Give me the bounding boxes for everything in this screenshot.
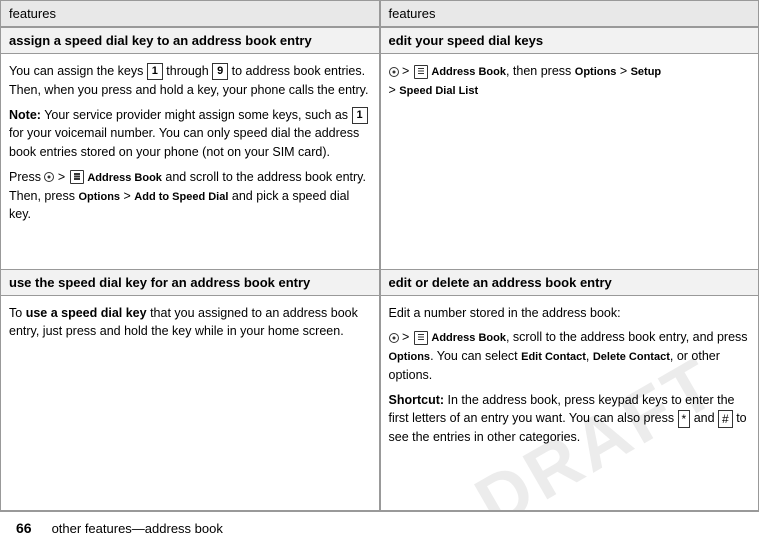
left-para2: Note: Your service provider might assign… [9, 106, 371, 162]
use-speed-dial-bold: use a speed dial key [26, 306, 147, 320]
main-content: features assign a speed dial key to an a… [0, 0, 759, 511]
key-9: 9 [212, 63, 228, 80]
left-section1-subheader-label: assign a speed dial key to an address bo… [9, 33, 312, 48]
left-para3: Press > Address Book and scroll to the a… [9, 168, 371, 224]
footer-bar: 66 other features—address book [0, 511, 759, 544]
left-section1-content: You can assign the keys 1 through 9 to a… [1, 54, 379, 269]
left-section1-subheader: assign a speed dial key to an address bo… [1, 27, 379, 54]
left-section2-content: To use a speed dial key that you assigne… [1, 296, 379, 511]
left-section2-para: To use a speed dial key that you assigne… [9, 304, 371, 342]
right-header-label: features [389, 6, 436, 21]
right-section1-content: > Address Book, then press Options > Set… [381, 54, 759, 269]
left-para1: You can assign the keys 1 through 9 to a… [9, 62, 371, 100]
left-header-label: features [9, 6, 56, 21]
speed-dial-list-label: Speed Dial List [399, 85, 478, 97]
right-address-book-icon [414, 65, 428, 79]
right-section2-content: Edit a number stored in the address book… [381, 296, 759, 511]
right-nav-dot-icon [389, 67, 399, 77]
star-key: * [678, 410, 691, 429]
options-label: Options [78, 191, 120, 203]
edit-contact-label: Edit Contact [521, 351, 586, 363]
page-wrapper: DRAFT features assign a speed dial key t… [0, 0, 759, 544]
right-section1-subheader: edit your speed dial keys [381, 27, 759, 54]
right-section1-para: > Address Book, then press Options > Set… [389, 62, 751, 100]
right-section2-para2: > Address Book, scroll to the address bo… [389, 328, 751, 384]
right-section1-subheader-label: edit your speed dial keys [389, 33, 544, 48]
right-address-book2-icon [414, 331, 428, 345]
right-section2-subheader: edit or delete an address book entry [381, 269, 759, 296]
key-1-voicemail: 1 [352, 107, 368, 124]
address-book-label: Address Book [85, 172, 162, 184]
right-options-label: Options [575, 66, 617, 78]
right-address-book-label: Address Book [429, 66, 506, 78]
right-nav-dot2-icon [389, 333, 399, 343]
left-column: features assign a speed dial key to an a… [0, 0, 380, 511]
page-number: 66 [16, 520, 32, 536]
left-header: features [1, 1, 379, 27]
right-address-book2-label: Address Book [429, 332, 506, 344]
left-section2-subheader-label: use the speed dial key for an address bo… [9, 275, 310, 290]
key-1: 1 [147, 63, 163, 80]
right-section2-para3: Shortcut: In the address book, press key… [389, 391, 751, 448]
footer-text: other features—address book [52, 521, 223, 536]
nav-dot-icon [44, 172, 54, 182]
address-book-icon [70, 170, 84, 184]
right-section2-para1: Edit a number stored in the address book… [389, 304, 751, 323]
setup-label: Setup [631, 66, 662, 78]
right-column: features edit your speed dial keys > Add… [380, 0, 759, 511]
hash-key: # [718, 410, 733, 429]
shortcut-label: Shortcut: [389, 393, 445, 407]
left-section2-subheader: use the speed dial key for an address bo… [1, 269, 379, 296]
right-section2-subheader-label: edit or delete an address book entry [389, 275, 612, 290]
right-header: features [381, 1, 759, 27]
delete-contact-label: Delete Contact [593, 351, 670, 363]
add-speed-dial-label: Add to Speed Dial [134, 191, 228, 203]
note-label: Note: [9, 108, 41, 122]
right-options2-label: Options [389, 351, 431, 363]
